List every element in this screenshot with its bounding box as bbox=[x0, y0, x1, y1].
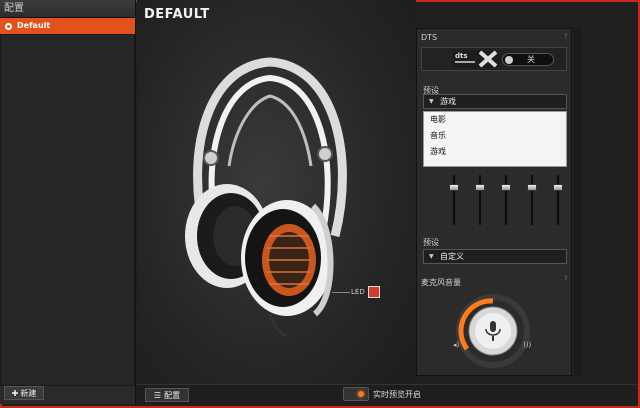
preset-dropdown-menu: 电影 音乐 游戏 bbox=[423, 111, 567, 167]
chevron-down-icon: ▼ bbox=[429, 98, 434, 105]
led-label: LED bbox=[351, 288, 365, 296]
sidebar-header: 配置 bbox=[0, 0, 135, 18]
eq-preset-label: 预设 bbox=[423, 238, 439, 247]
eq-slider[interactable] bbox=[501, 175, 511, 225]
selected-dot-icon bbox=[5, 22, 12, 30]
eq-slider[interactable] bbox=[475, 175, 485, 225]
eq-slider-thumb[interactable] bbox=[501, 184, 511, 191]
help-icon[interactable]: ? bbox=[563, 275, 569, 283]
chevron-down-icon: ▼ bbox=[429, 253, 434, 260]
toggle-knob bbox=[505, 56, 513, 64]
mic-volume-title: 麦克风音量 bbox=[421, 278, 461, 287]
equalizer bbox=[425, 167, 569, 237]
settings-panel: DTS ? dts 关 预设 ▼ 游戏 电影 音乐 游戏 预设 ▼ 自定义 麦克… bbox=[416, 28, 572, 376]
config-item-label: Default bbox=[17, 21, 51, 30]
live-preview-toggle[interactable] bbox=[343, 387, 369, 401]
dts-toggle-label: 关 bbox=[527, 55, 535, 64]
preset-select[interactable]: ▼ 游戏 bbox=[423, 94, 567, 109]
list-icon: ☰ bbox=[153, 390, 162, 400]
led-pointer-line bbox=[332, 292, 350, 293]
eq-slider-thumb[interactable] bbox=[475, 184, 485, 191]
plus-icon: ✚ bbox=[11, 388, 19, 398]
eq-preset-select[interactable]: ▼ 自定义 bbox=[423, 249, 567, 264]
config-button-label: 配置 bbox=[164, 390, 181, 400]
dts-headphone-x-logo-icon: dts bbox=[452, 50, 500, 68]
page-title: DEFAULT bbox=[144, 7, 210, 22]
config-button[interactable]: ☰ 配置 bbox=[145, 388, 189, 402]
svg-text:))): ))) bbox=[523, 341, 531, 349]
preset-option-game[interactable]: 游戏 bbox=[424, 144, 566, 160]
new-config-button[interactable]: ✚ 新建 bbox=[4, 386, 44, 400]
led-color-swatch[interactable] bbox=[367, 286, 380, 298]
settings-scrollbar[interactable] bbox=[574, 28, 582, 376]
device-preview-area: DEFAULT LED bbox=[137, 0, 416, 404]
eq-slider-thumb[interactable] bbox=[553, 184, 563, 191]
bottom-bar: ☰ 配置 实时预览开启 bbox=[137, 384, 638, 404]
mic-volume-knob[interactable]: ◂) ))) bbox=[453, 291, 533, 371]
new-button-label: 新建 bbox=[20, 388, 37, 398]
svg-text:◂): ◂) bbox=[453, 341, 460, 349]
preset-option-movie[interactable]: 电影 bbox=[424, 112, 566, 128]
live-preview-control[interactable]: 实时预览开启 bbox=[343, 387, 421, 401]
config-sidebar: 配置 Default ✚ 新建 bbox=[0, 0, 136, 404]
preset-option-music[interactable]: 音乐 bbox=[424, 128, 566, 144]
help-icon[interactable]: ? bbox=[563, 33, 569, 41]
eq-slider-thumb[interactable] bbox=[449, 184, 459, 191]
eq-slider-thumb[interactable] bbox=[527, 184, 537, 191]
svg-text:dts: dts bbox=[455, 52, 468, 60]
config-item-default[interactable]: Default bbox=[0, 18, 135, 34]
dts-box: dts 关 bbox=[421, 47, 567, 71]
config-list bbox=[0, 34, 135, 386]
live-preview-label: 实时预览开启 bbox=[373, 389, 421, 399]
eq-slider[interactable] bbox=[449, 175, 459, 225]
eq-slider[interactable] bbox=[553, 175, 563, 225]
dts-toggle[interactable]: 关 bbox=[502, 53, 554, 66]
led-control[interactable]: LED bbox=[351, 286, 380, 298]
eq-preset-selected: 自定义 bbox=[440, 252, 464, 261]
dts-title: DTS bbox=[421, 33, 438, 42]
preset-selected: 游戏 bbox=[440, 97, 456, 106]
eq-slider[interactable] bbox=[527, 175, 537, 225]
